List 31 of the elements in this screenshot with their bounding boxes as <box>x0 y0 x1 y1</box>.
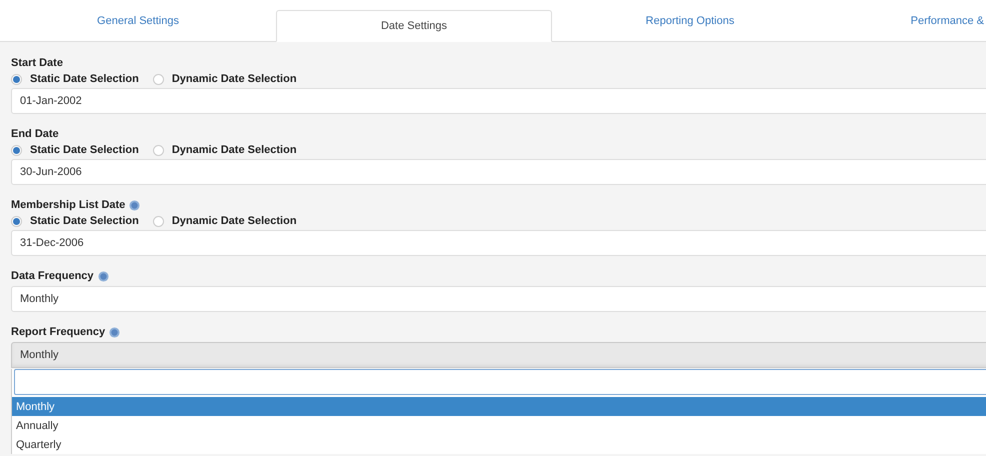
dropdown-option[interactable]: Monthly <box>12 397 986 416</box>
tab[interactable]: Date Settings <box>276 10 552 42</box>
tab[interactable]: General Settings <box>0 0 276 41</box>
field-label: Report Frequency <box>11 326 106 338</box>
field-label: End Date <box>11 128 59 140</box>
radio-button[interactable] <box>152 144 164 156</box>
date-field[interactable]: 01-Jan-2002 <box>11 88 986 114</box>
radio-button[interactable] <box>152 216 164 226</box>
field-label: Membership List Date <box>11 199 126 211</box>
radio-button[interactable] <box>11 216 22 226</box>
help-icon[interactable] <box>98 270 109 282</box>
select-field[interactable]: Monthly <box>11 342 986 368</box>
radio-label[interactable]: Static Date Selection <box>30 73 139 85</box>
field-label: Data Frequency <box>11 270 94 282</box>
tab[interactable]: Reporting Options <box>552 0 828 41</box>
date-field[interactable]: 31-Dec-2006 <box>11 230 986 256</box>
radio-button[interactable] <box>11 144 22 156</box>
date-field[interactable]: 30-Jun-2006 <box>11 159 986 185</box>
radio-label[interactable]: Dynamic Date Selection <box>172 215 297 227</box>
help-icon[interactable] <box>109 326 120 338</box>
select-field[interactable]: Monthly <box>11 286 986 312</box>
radio-button[interactable] <box>11 74 22 84</box>
radio-label[interactable]: Static Date Selection <box>30 215 139 227</box>
radio-button[interactable] <box>152 74 164 84</box>
search-field[interactable] <box>14 369 986 395</box>
tab[interactable]: Performance & <box>828 0 986 41</box>
radio-label[interactable]: Static Date Selection <box>30 144 139 156</box>
radio-label[interactable]: Dynamic Date Selection <box>172 73 297 85</box>
radio-label[interactable]: Dynamic Date Selection <box>172 144 297 156</box>
field-label: Start Date <box>11 57 63 69</box>
help-icon[interactable] <box>129 200 140 210</box>
